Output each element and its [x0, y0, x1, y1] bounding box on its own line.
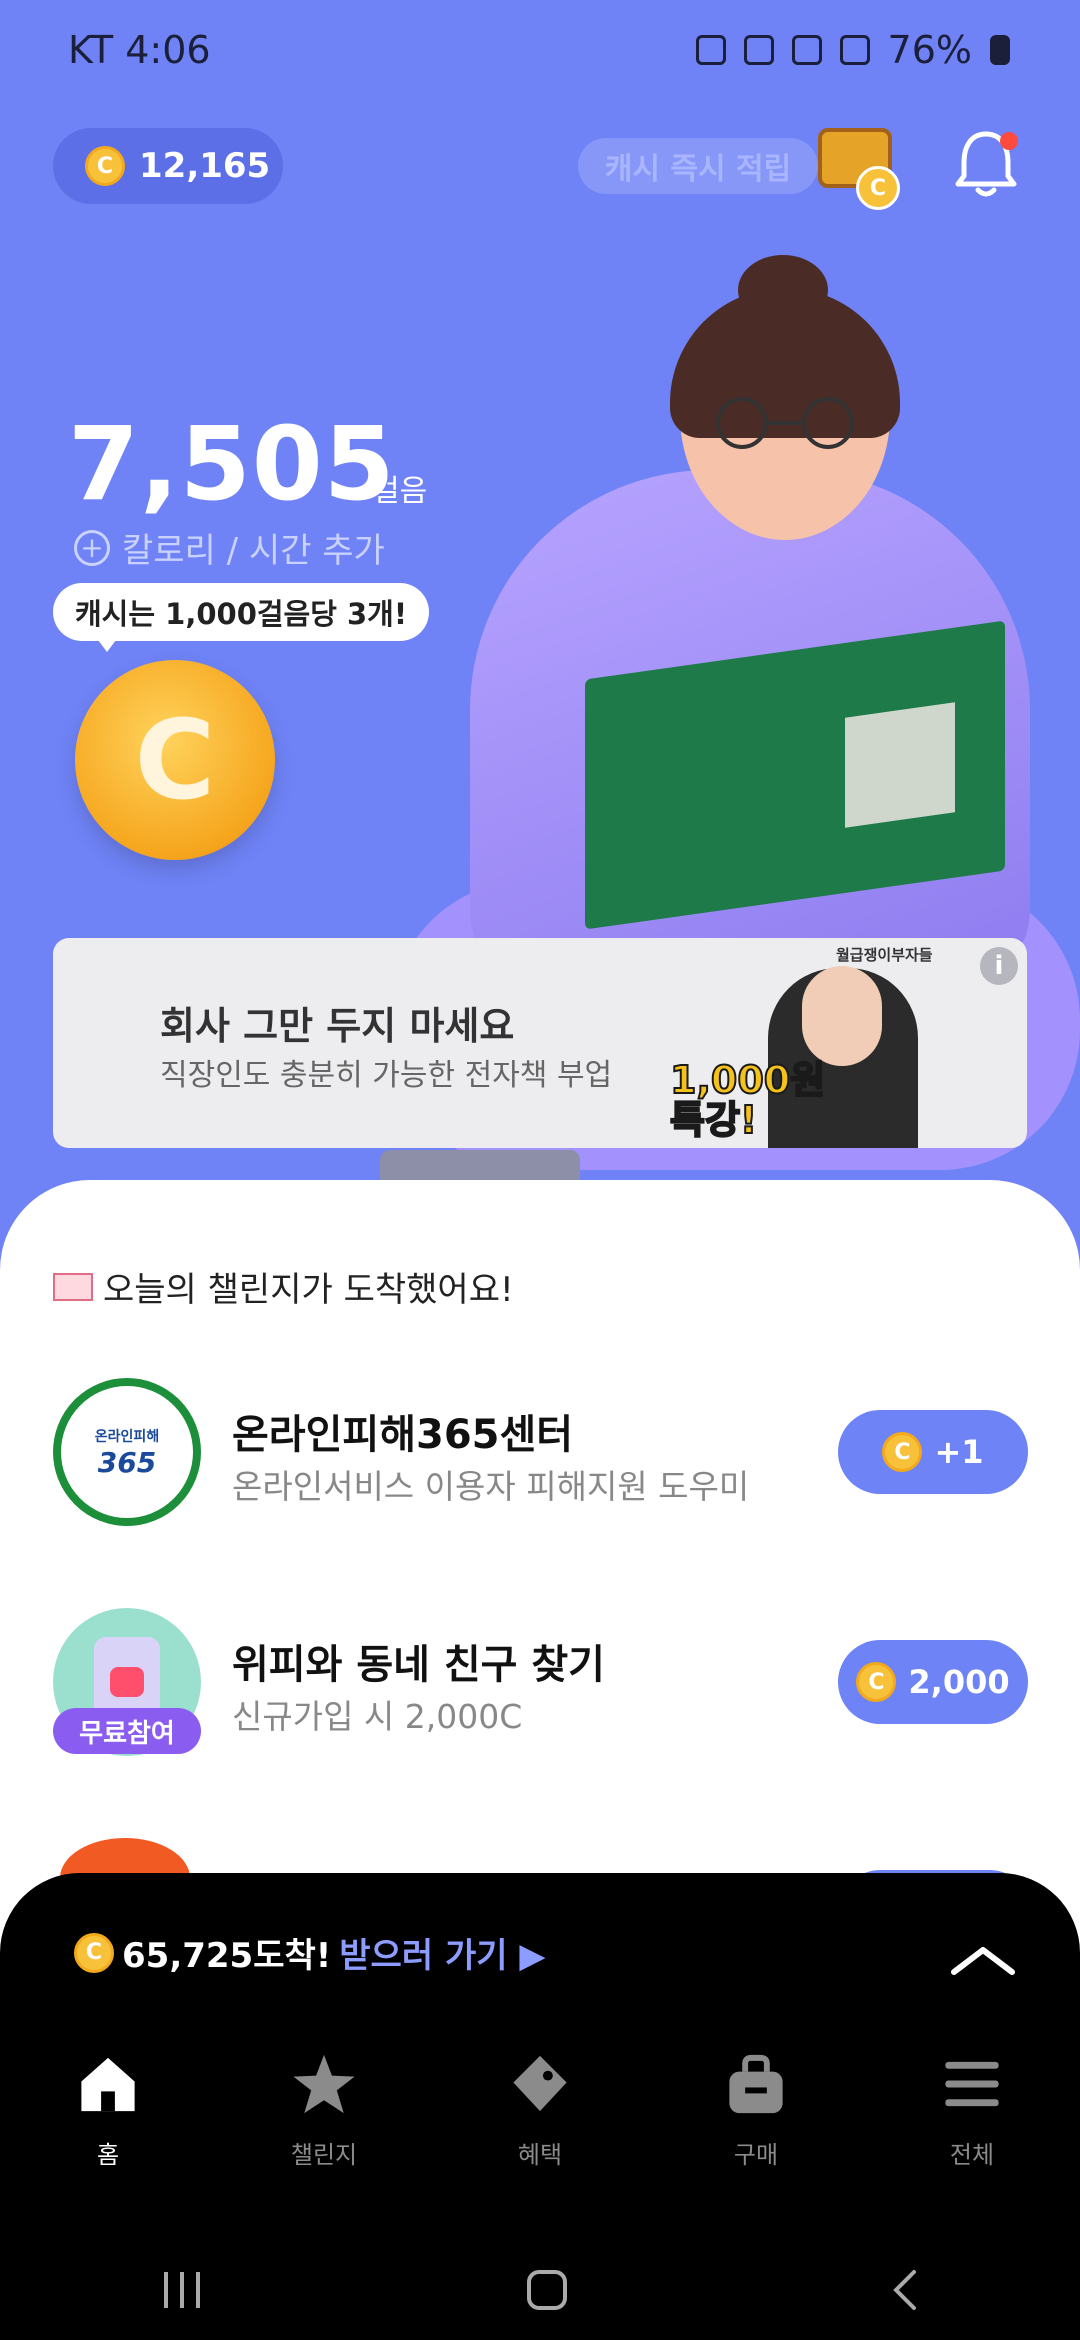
battery-icon	[990, 35, 1010, 65]
system-nav-bar	[0, 2240, 1080, 2340]
mute-icon	[791, 35, 822, 65]
notification-dot	[1000, 132, 1018, 150]
nav-challenge[interactable]: 챌린지	[244, 2050, 404, 2170]
coin-icon: C	[74, 1932, 114, 1973]
ad-promo-line2: 특강!	[669, 1098, 758, 1142]
envelope-heart-icon	[53, 1272, 93, 1301]
home-system-icon[interactable]	[525, 2268, 569, 2312]
coin-icon: C	[882, 1432, 923, 1472]
coin-icon: C	[856, 1662, 897, 1702]
free-participation-badge: 무료참여	[53, 1708, 201, 1754]
back-icon[interactable]	[890, 2268, 920, 2312]
ad-promo-line1: 1,000원	[669, 1058, 826, 1102]
reward-amount: 2,000	[908, 1663, 1010, 1701]
challenge-subtitle: 신규가입 시 2,000C	[232, 1697, 523, 1736]
home-icon	[81, 2057, 135, 2112]
nav-label: 전체	[949, 2141, 995, 2169]
bluetooth-icon	[743, 35, 774, 65]
nav-label: 구매	[733, 2141, 779, 2169]
cash-rate-bubble: 캐시는 1,000걸음당 3개!	[53, 583, 430, 641]
carrier-time: KT 4:06	[68, 28, 211, 72]
coin-balance-pill[interactable]: C 12,165	[53, 128, 283, 204]
info-icon[interactable]: i	[980, 947, 1018, 985]
ad-promo: 1,000원 특강!	[669, 1058, 826, 1142]
step-count: 7,505	[68, 405, 396, 524]
bottom-nav: 홈 챌린지 혜택 구매 전체	[0, 2050, 1080, 2170]
glasses-icon	[716, 397, 854, 449]
reward-amount: +1	[934, 1433, 984, 1471]
add-calorie-time-label: 칼로리 / 시간 추가	[122, 531, 385, 571]
challenge-heading-text: 오늘의 챌린지가 도착했어요!	[103, 1270, 514, 1310]
alarm-icon	[695, 35, 726, 65]
plus-circle-icon: +	[74, 529, 110, 566]
star-icon	[293, 2054, 355, 2114]
challenge-title[interactable]: 온라인피해365센터	[232, 1402, 573, 1460]
challenge-heading: 오늘의 챌린지가 도착했어요!	[53, 1262, 514, 1311]
reward-button[interactable]: C +1	[838, 1410, 1028, 1494]
go-receive-link[interactable]: 받으러 가기 ▶	[339, 1928, 545, 1977]
challenge-title[interactable]: 위피와 동네 친구 찾기	[232, 1632, 605, 1690]
reward-button[interactable]: C 2,000	[838, 1640, 1028, 1724]
nav-label: 홈	[96, 2141, 120, 2169]
chevron-up-icon[interactable]	[948, 1940, 1018, 1980]
tag-icon	[513, 2055, 567, 2112]
nav-purchase[interactable]: 구매	[676, 2050, 836, 2170]
bag-icon	[729, 2054, 783, 2114]
bubble-tail	[95, 636, 119, 652]
cash-instant-button[interactable]: 캐시 즉시 적립	[578, 138, 818, 194]
heart-icon	[110, 1667, 144, 1697]
arrived-amount: 65,725도착!	[122, 1936, 332, 1976]
book-cover-image	[845, 702, 955, 828]
battery-level: 76%	[887, 28, 972, 72]
logo-small-text: 온라인피해	[94, 1428, 160, 1445]
ad-title: 회사 그만 두지 마세요	[160, 1004, 515, 1048]
ad-brand: 월급쟁이부자들	[836, 946, 933, 964]
challenge-subtitle: 온라인서비스 이용자 피해지원 도우미	[232, 1467, 750, 1506]
recent-apps-icon[interactable]	[160, 2270, 204, 2310]
nav-home[interactable]: 홈	[28, 2050, 188, 2170]
coin-icon: C	[85, 146, 125, 186]
status-icons: 76%	[695, 28, 1010, 72]
arrived-coins-link[interactable]: C 65,725도착! 받으러 가기 ▶	[74, 1928, 546, 1977]
coin-balance: 12,165	[139, 146, 271, 186]
add-calorie-time-button[interactable]: + 칼로리 / 시간 추가	[74, 523, 385, 572]
ad-person-face	[802, 966, 882, 1066]
nav-benefit[interactable]: 혜택	[460, 2050, 620, 2170]
step-unit: 걸음	[372, 474, 428, 509]
collect-coin-button[interactable]: C	[75, 660, 275, 860]
online-damage-365-logo: 온라인피해 365	[53, 1378, 201, 1526]
nav-all[interactable]: 전체	[892, 2050, 1052, 2170]
nav-label: 혜택	[517, 2141, 563, 2169]
chest-coin-icon: C	[856, 166, 900, 210]
ad-subtitle: 직장인도 충분히 가능한 전자책 부업	[160, 1058, 613, 1093]
logo-big-text: 365	[97, 1445, 157, 1479]
menu-icon	[945, 2061, 999, 2107]
nav-label: 챌린지	[290, 2141, 358, 2169]
signal-icon	[839, 35, 870, 65]
status-bar: KT 4:06 76%	[0, 0, 1080, 105]
